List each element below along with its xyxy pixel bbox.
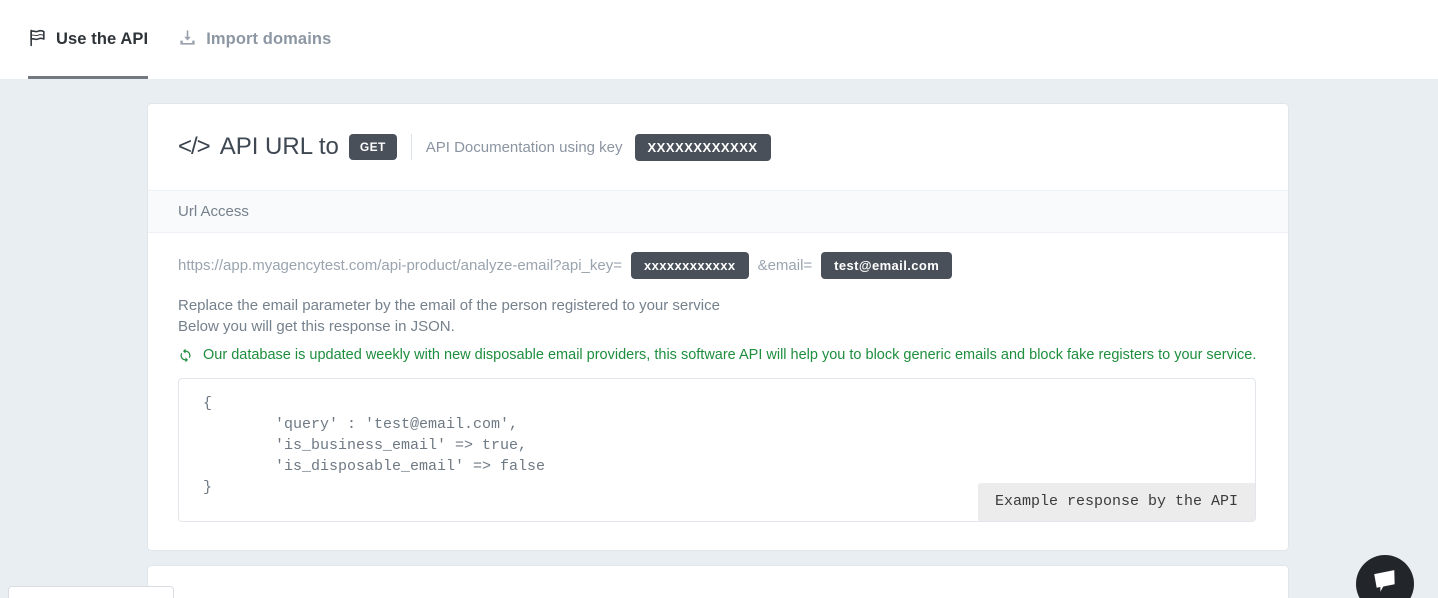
api-url-row: https://app.myagencytest.com/api-product… <box>178 252 1288 279</box>
next-card-partial <box>148 566 1288 598</box>
section-title: Url Access <box>178 203 249 220</box>
instruction-line: Replace the email parameter by the email… <box>178 295 1288 316</box>
url-email-param: &email= <box>758 257 813 274</box>
url-access-section-header: Url Access <box>148 190 1288 233</box>
tab-use-the-api[interactable]: Use the API <box>28 0 148 79</box>
tab-import-domains[interactable]: Import domains <box>178 0 331 79</box>
api-card: </> API URL to GET API Documentation usi… <box>148 104 1288 550</box>
api-key-badge: XXXXXXXXXXXX <box>635 134 771 161</box>
header-divider <box>411 134 412 160</box>
code-icon: </> <box>178 133 210 161</box>
code-sample: { 'query' : 'test@email.com', 'is_busine… <box>179 379 1255 498</box>
doc-key-label: API Documentation using key <box>426 139 623 156</box>
method-badge: GET <box>349 134 397 160</box>
instruction-line: Below you will get this response in JSON… <box>178 316 1288 337</box>
partial-popup <box>8 586 174 598</box>
chat-bubble-icon <box>1370 570 1400 598</box>
page: Use the API Import domains </> API URL t… <box>0 0 1438 598</box>
tab-bar: Use the API Import domains <box>0 0 1438 79</box>
chat-launcher-button[interactable] <box>1356 555 1414 598</box>
api-card-header: </> API URL to GET API Documentation usi… <box>148 104 1288 190</box>
active-tab-underline <box>28 76 148 79</box>
refresh-icon <box>178 348 193 363</box>
download-icon <box>178 28 197 52</box>
code-caption: Example response by the API <box>978 483 1255 521</box>
notice-text: Our database is updated weekly with new … <box>203 347 1256 363</box>
code-block: { 'query' : 'test@email.com', 'is_busine… <box>178 378 1256 522</box>
url-email-badge: test@email.com <box>821 252 952 279</box>
url-prefix: https://app.myagencytest.com/api-product… <box>178 257 622 274</box>
tab-label: Import domains <box>206 30 331 49</box>
flag-icon <box>28 28 47 52</box>
tab-label: Use the API <box>56 30 148 49</box>
update-notice: Our database is updated weekly with new … <box>178 347 1288 363</box>
url-api-key-badge: xxxxxxxxxxxx <box>631 252 749 279</box>
card-title: API URL to <box>220 133 339 161</box>
